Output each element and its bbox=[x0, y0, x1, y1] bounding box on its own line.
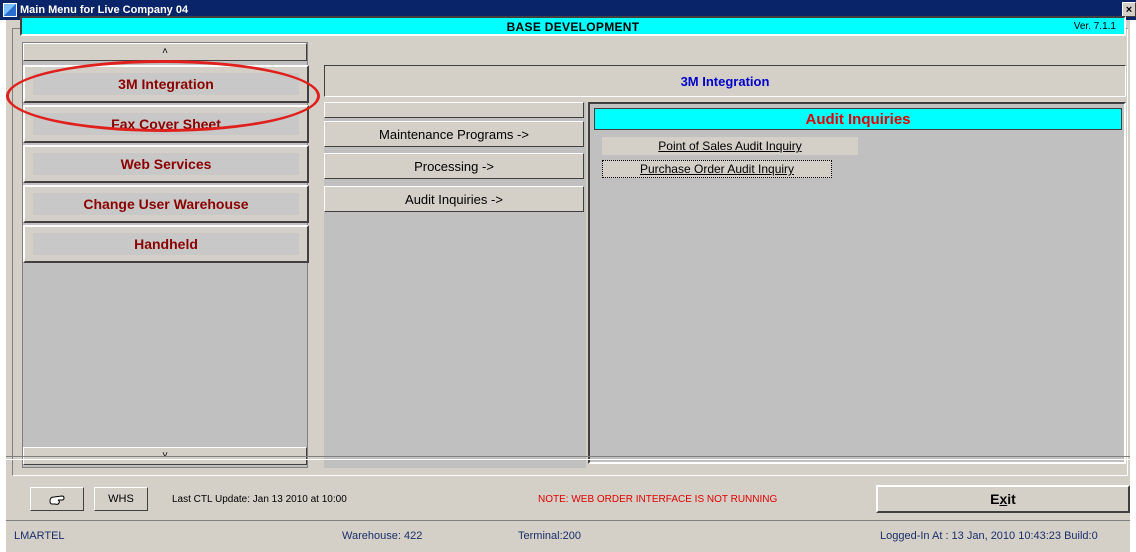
submenu-processing[interactable]: Processing -> bbox=[324, 153, 584, 179]
exit-button-label: Exit bbox=[990, 491, 1016, 507]
ctl-update-text: Last CTL Update: Jan 13 2010 at 10:00 bbox=[172, 494, 347, 505]
scroll-up-button[interactable]: ˄ bbox=[23, 43, 307, 61]
left-menu-panel: ˄ 3M Integration Fax Cover Sheet Web Ser… bbox=[22, 42, 309, 468]
menu-item-label: Web Services bbox=[120, 156, 212, 172]
menu-item-label: Change User Warehouse bbox=[83, 196, 249, 212]
purchase-order-audit-inquiry-link[interactable]: Purchase Order Audit Inquiry bbox=[602, 160, 832, 178]
audit-panel-title: Audit Inquiries bbox=[594, 108, 1122, 130]
app-header: BASE DEVELOPMENT Ver. 7.1.1 bbox=[20, 16, 1126, 36]
menu-item-label: Fax Cover Sheet bbox=[111, 116, 221, 132]
status-bar: LMARTEL Warehouse: 422 Terminal:200 Logg… bbox=[6, 520, 1130, 548]
hand-icon-button[interactable] bbox=[30, 487, 84, 511]
menu-item-3m-integration[interactable]: 3M Integration bbox=[23, 65, 309, 103]
menu-item-fax-cover-sheet[interactable]: Fax Cover Sheet bbox=[23, 105, 309, 143]
status-warehouse: Warehouse: 422 bbox=[342, 530, 423, 542]
footer-divider bbox=[6, 456, 1130, 460]
menu-item-change-user-warehouse[interactable]: Change User Warehouse bbox=[23, 185, 309, 223]
status-logged-in: Logged-In At : 13 Jan, 2010 10:43:23 Bui… bbox=[880, 530, 1098, 542]
point-of-sales-audit-inquiry-link[interactable]: Point of Sales Audit Inquiry bbox=[602, 137, 858, 155]
menu-item-label: Handheld bbox=[134, 236, 198, 252]
web-order-interface-note: NOTE: WEB ORDER INTERFACE IS NOT RUNNING bbox=[538, 494, 778, 505]
menu-item-handheld[interactable]: Handheld bbox=[23, 225, 309, 263]
submenu-blank-button[interactable] bbox=[324, 102, 584, 118]
submenu-audit-inquiries[interactable]: Audit Inquiries -> bbox=[324, 186, 584, 212]
close-icon[interactable]: × bbox=[1122, 2, 1136, 17]
app-icon bbox=[3, 3, 17, 17]
submenu-maintenance-programs[interactable]: Maintenance Programs -> bbox=[324, 121, 584, 147]
version-label: Ver. 7.1.1 bbox=[1073, 21, 1116, 32]
status-terminal: Terminal:200 bbox=[518, 530, 581, 542]
app-header-title: BASE DEVELOPMENT bbox=[506, 20, 640, 34]
hand-icon bbox=[49, 495, 65, 505]
chevron-up-icon: ˄ bbox=[162, 46, 168, 57]
whs-button[interactable]: WHS bbox=[94, 487, 148, 511]
window-title: Main Menu for Live Company 04 bbox=[20, 4, 189, 16]
audit-panel bbox=[588, 102, 1126, 464]
module-title: 3M Integration bbox=[324, 65, 1126, 97]
status-user: LMARTEL bbox=[14, 530, 65, 542]
menu-item-web-services[interactable]: Web Services bbox=[23, 145, 309, 183]
menu-item-label: 3M Integration bbox=[118, 76, 214, 92]
exit-button[interactable]: Exit bbox=[876, 485, 1130, 513]
